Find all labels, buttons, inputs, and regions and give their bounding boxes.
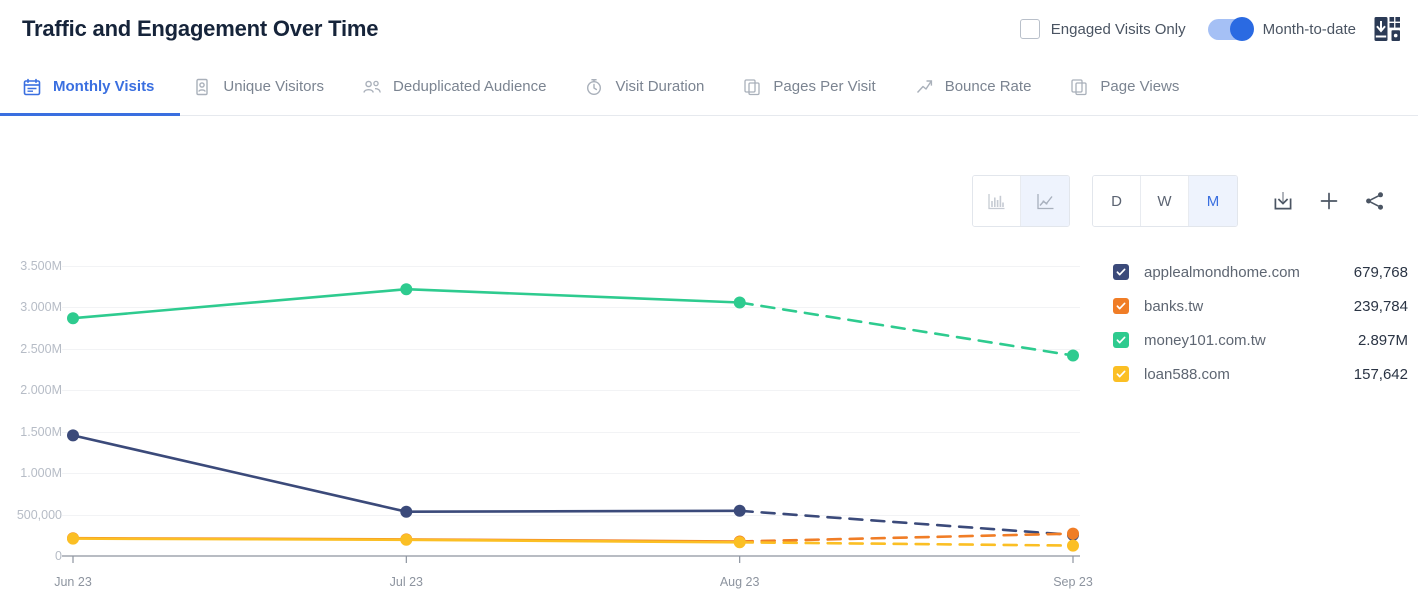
- tab-unique-visitors[interactable]: Unique Visitors: [192, 58, 324, 115]
- tab-monthly-visits[interactable]: Monthly Visits: [22, 58, 154, 115]
- series-line-forecast: [740, 542, 1073, 545]
- data-point[interactable]: [734, 536, 746, 548]
- series-line-forecast: [740, 303, 1073, 356]
- x-axis-ticks: [73, 556, 1073, 563]
- engaged-visits-label: Engaged Visits Only: [1051, 21, 1186, 38]
- legend-value: 679,768: [1354, 264, 1408, 281]
- legend-item-banks-tw[interactable]: banks.tw 239,784: [1113, 289, 1408, 323]
- data-point[interactable]: [67, 533, 79, 545]
- tab-page-views[interactable]: Page Views: [1069, 58, 1179, 115]
- month-to-date-label: Month-to-date: [1263, 21, 1356, 38]
- data-point[interactable]: [400, 534, 412, 546]
- legend-value: 157,642: [1354, 366, 1408, 383]
- legend-site-name: loan588.com: [1144, 366, 1230, 383]
- tab-deduplicated-audience[interactable]: Deduplicated Audience: [362, 58, 546, 115]
- tab-pages-per-visit[interactable]: Pages Per Visit: [742, 58, 875, 115]
- engaged-visits-only-checkbox[interactable]: Engaged Visits Only: [1020, 19, 1186, 39]
- pages-icon: [1069, 77, 1089, 97]
- tab-bounce-rate[interactable]: Bounce Rate: [914, 58, 1032, 115]
- data-point[interactable]: [400, 506, 412, 518]
- data-point[interactable]: [734, 505, 746, 517]
- data-point[interactable]: [734, 297, 746, 309]
- legend-site-name: banks.tw: [1144, 298, 1203, 315]
- data-point[interactable]: [67, 429, 79, 441]
- series-line-forecast: [740, 534, 1073, 542]
- header-controls: Engaged Visits Only Month-to-date: [1020, 16, 1400, 42]
- legend-checkbox[interactable]: [1113, 332, 1129, 348]
- page-title: Traffic and Engagement Over Time: [22, 16, 378, 42]
- x-axis-tick-label: Sep 23: [1053, 575, 1093, 589]
- engaged-visits-checkbox-box[interactable]: [1020, 19, 1040, 39]
- people-icon: [362, 77, 382, 97]
- tab-label: Visit Duration: [615, 78, 704, 95]
- legend-checkbox[interactable]: [1113, 366, 1129, 382]
- month-to-date-switch[interactable]: [1208, 19, 1252, 40]
- legend-value: 2.897M: [1358, 332, 1408, 349]
- legend-checkbox[interactable]: [1113, 264, 1129, 280]
- legend-item-applealmondhome[interactable]: applealmondhome.com 679,768: [1113, 255, 1408, 289]
- tab-visit-duration[interactable]: Visit Duration: [584, 58, 704, 115]
- tab-label: Bounce Rate: [945, 78, 1032, 95]
- calendar-icon: [22, 77, 42, 97]
- series-group: [67, 283, 1079, 551]
- legend-checkbox[interactable]: [1113, 298, 1129, 314]
- series-line-forecast: [740, 511, 1073, 535]
- legend-value: 239,784: [1354, 298, 1408, 315]
- legend-site-name: applealmondhome.com: [1144, 264, 1300, 281]
- x-axis-tick-label: Jul 23: [390, 575, 423, 589]
- month-to-date-toggle[interactable]: Month-to-date: [1208, 19, 1356, 40]
- data-point[interactable]: [400, 283, 412, 295]
- tab-label: Unique Visitors: [223, 78, 324, 95]
- tab-label: Monthly Visits: [53, 78, 154, 95]
- download-lock-icon[interactable]: [1374, 16, 1400, 42]
- data-point[interactable]: [1067, 528, 1079, 540]
- data-point[interactable]: [1067, 540, 1079, 552]
- chart-legend: applealmondhome.com 679,768 banks.tw 239…: [1113, 255, 1408, 391]
- metric-tabs: Monthly Visits Unique Visitors Deduplica…: [0, 58, 1418, 116]
- id-card-icon: [192, 77, 212, 97]
- page-header: Traffic and Engagement Over Time Engaged…: [0, 0, 1418, 58]
- tab-label: Deduplicated Audience: [393, 78, 546, 95]
- stopwatch-icon: [584, 77, 604, 97]
- legend-item-loan588[interactable]: loan588.com 157,642: [1113, 357, 1408, 391]
- legend-site-name: money101.com.tw: [1144, 332, 1266, 349]
- x-axis-tick-label: Jun 23: [54, 575, 92, 589]
- data-point[interactable]: [1067, 350, 1079, 362]
- data-point[interactable]: [67, 312, 79, 324]
- series-line-actual: [73, 435, 740, 511]
- legend-item-money101[interactable]: money101.com.tw 2.897M: [1113, 323, 1408, 357]
- tab-label: Page Views: [1100, 78, 1179, 95]
- toggle-knob: [1230, 17, 1254, 41]
- pages-icon: [742, 77, 762, 97]
- x-axis-tick-label: Aug 23: [720, 575, 760, 589]
- tab-label: Pages Per Visit: [773, 78, 875, 95]
- trend-up-icon: [914, 77, 934, 97]
